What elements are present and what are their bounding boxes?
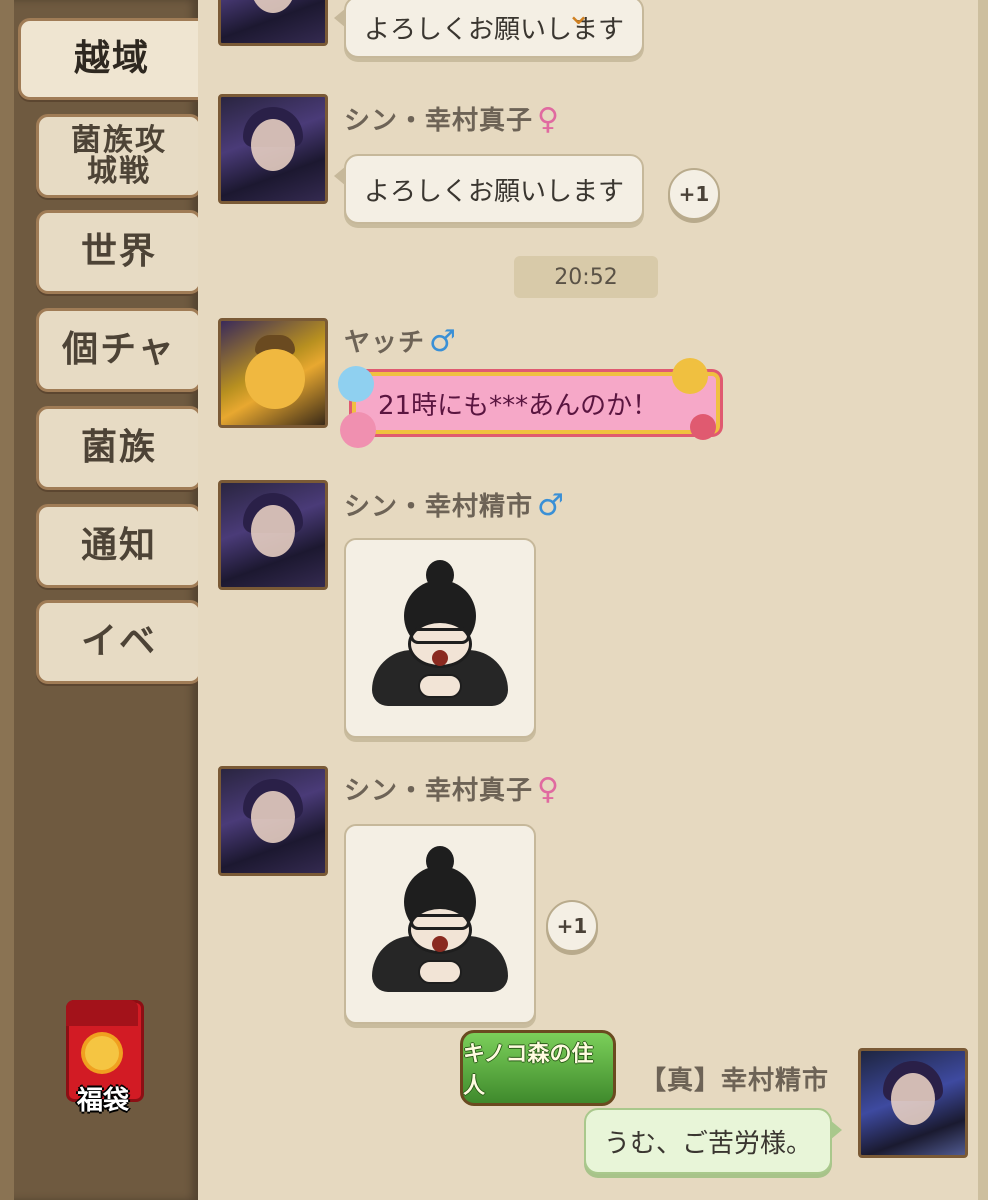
own-avatar[interactable] <box>858 1048 968 1158</box>
plus-count: +1 <box>556 914 588 938</box>
tab-label: 世界 <box>80 231 157 273</box>
tab-label: 菌族 <box>80 427 157 469</box>
flower-icon <box>85 1036 119 1070</box>
balloon-icon <box>338 366 374 402</box>
tab-events[interactable]: イベ <box>36 600 202 684</box>
tab-etsuiki[interactable]: 越域 <box>18 18 203 100</box>
message-bubble: よろしくお願いします <box>333 0 645 58</box>
tab-label: 通知 <box>80 525 157 567</box>
lucky-bag-flap <box>66 1000 138 1026</box>
tab-label-line-1: 菌族攻 <box>71 122 167 158</box>
sender-name: シン・幸村真子 ♀ <box>344 770 560 807</box>
ribbon-icon <box>690 414 716 440</box>
fukubukuro-label: 福袋 <box>76 1086 129 1116</box>
sender-name-text: ヤッチ <box>344 328 426 358</box>
crying-chibi-sticker <box>344 538 536 738</box>
title-badge: キノコ森の住人 <box>460 1030 616 1106</box>
plus-one-button[interactable]: +1 <box>668 168 720 220</box>
plus-one-button[interactable]: +1 <box>546 900 598 952</box>
plus-count: +1 <box>678 182 710 206</box>
sender-name: 【真】幸村精市 <box>640 1060 829 1097</box>
message-text: うむ、ご苦労様。 <box>604 1128 813 1159</box>
female-icon: ♀ <box>537 772 560 807</box>
tab-label-line-2: 城戦 <box>87 154 151 189</box>
cake-icon <box>340 412 376 448</box>
sender-name-text: 【真】幸村精市 <box>640 1066 830 1096</box>
timestamp-text: 20:52 <box>554 264 618 290</box>
tab-clan-siege[interactable]: 菌族攻 城戦 <box>36 114 202 198</box>
avatar[interactable] <box>218 94 328 204</box>
sender-name-text: シン・幸村精市 <box>344 492 534 522</box>
sender-name-text: シン・幸村真子 <box>344 106 534 136</box>
tab-clan[interactable]: 菌族 <box>36 406 202 490</box>
tab-label: 個チャ <box>62 329 176 371</box>
sender-name: シン・幸村精市 ♂ <box>344 486 565 523</box>
chevron-down-icon[interactable]: ⌄ <box>566 0 591 30</box>
sender-name: シン・幸村真子 ♀ <box>344 100 560 137</box>
message-text: よろしくお願いします <box>364 176 625 207</box>
title-badge-text: キノコ森の住人 <box>463 1042 594 1099</box>
fukubukuro-button[interactable]: 福袋 <box>60 1000 146 1120</box>
male-icon: ♂ <box>537 488 565 523</box>
message-text: 21時にも***あんのか！ <box>378 390 659 421</box>
special-message-bubble: 21時にも***あんのか！ <box>352 372 720 434</box>
sender-name: ヤッチ ♂ <box>344 322 457 359</box>
timestamp: 20:52 <box>514 256 658 298</box>
channel-sidebar: 越域 菌族攻 城戦 世界 個チャ 菌族 通知 イベ 福袋 <box>0 0 203 1200</box>
scrollbar[interactable] <box>978 0 988 1200</box>
male-icon: ♂ <box>429 324 457 359</box>
crying-chibi-sticker <box>344 824 536 1024</box>
tab-label: 越域 <box>73 38 150 80</box>
avatar[interactable] <box>218 480 328 590</box>
tab-notifications[interactable]: 通知 <box>36 504 202 588</box>
avatar[interactable] <box>218 318 328 428</box>
gift-icon <box>672 358 708 394</box>
sender-name-text: シン・幸村真子 <box>344 776 534 806</box>
tab-private-chat[interactable]: 個チャ <box>36 308 202 392</box>
tab-label: イベ <box>80 621 157 663</box>
chat-log[interactable]: よろしくお願いします ⌄ シン・幸村真子 ♀ よろしくお願いします +1 20:5… <box>198 0 978 1200</box>
avatar[interactable] <box>218 0 328 46</box>
message-bubble: よろしくお願いします <box>333 154 645 224</box>
own-message-bubble: うむ、ご苦労様。 <box>584 1108 843 1174</box>
female-icon: ♀ <box>537 102 560 137</box>
avatar[interactable] <box>218 766 328 876</box>
tab-world[interactable]: 世界 <box>36 210 202 294</box>
